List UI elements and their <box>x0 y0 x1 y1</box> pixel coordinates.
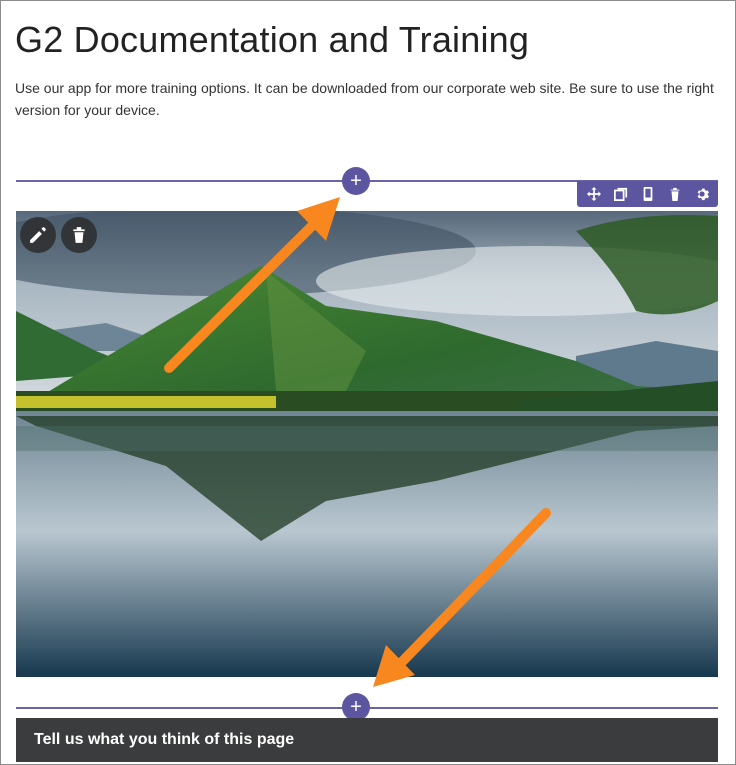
lake-mountain-photo <box>16 211 718 677</box>
trash-icon[interactable] <box>665 184 685 204</box>
page-frame: G2 Documentation and Training Use our ap… <box>0 0 736 765</box>
delete-image-button[interactable] <box>61 217 97 253</box>
plus-icon: + <box>350 170 362 192</box>
pencil-icon <box>30 227 46 243</box>
plus-icon: + <box>350 696 362 718</box>
block-toolbar <box>577 181 718 207</box>
feedback-bar[interactable]: Tell us what you think of this page <box>16 718 718 762</box>
page-title: G2 Documentation and Training <box>15 19 530 60</box>
intro-paragraph: Use our app for more training options. I… <box>15 80 714 118</box>
feedback-label: Tell us what you think of this page <box>34 731 295 748</box>
landscape-image[interactable] <box>16 211 718 677</box>
add-section-button-bottom[interactable]: + <box>342 693 370 721</box>
settings-icon[interactable] <box>692 184 712 204</box>
move-icon[interactable] <box>584 184 604 204</box>
edit-image-button[interactable] <box>20 217 56 253</box>
trash-icon <box>73 227 85 243</box>
mobile-icon[interactable] <box>638 184 658 204</box>
add-section-button-top[interactable]: + <box>342 167 370 195</box>
duplicate-icon[interactable] <box>611 184 631 204</box>
